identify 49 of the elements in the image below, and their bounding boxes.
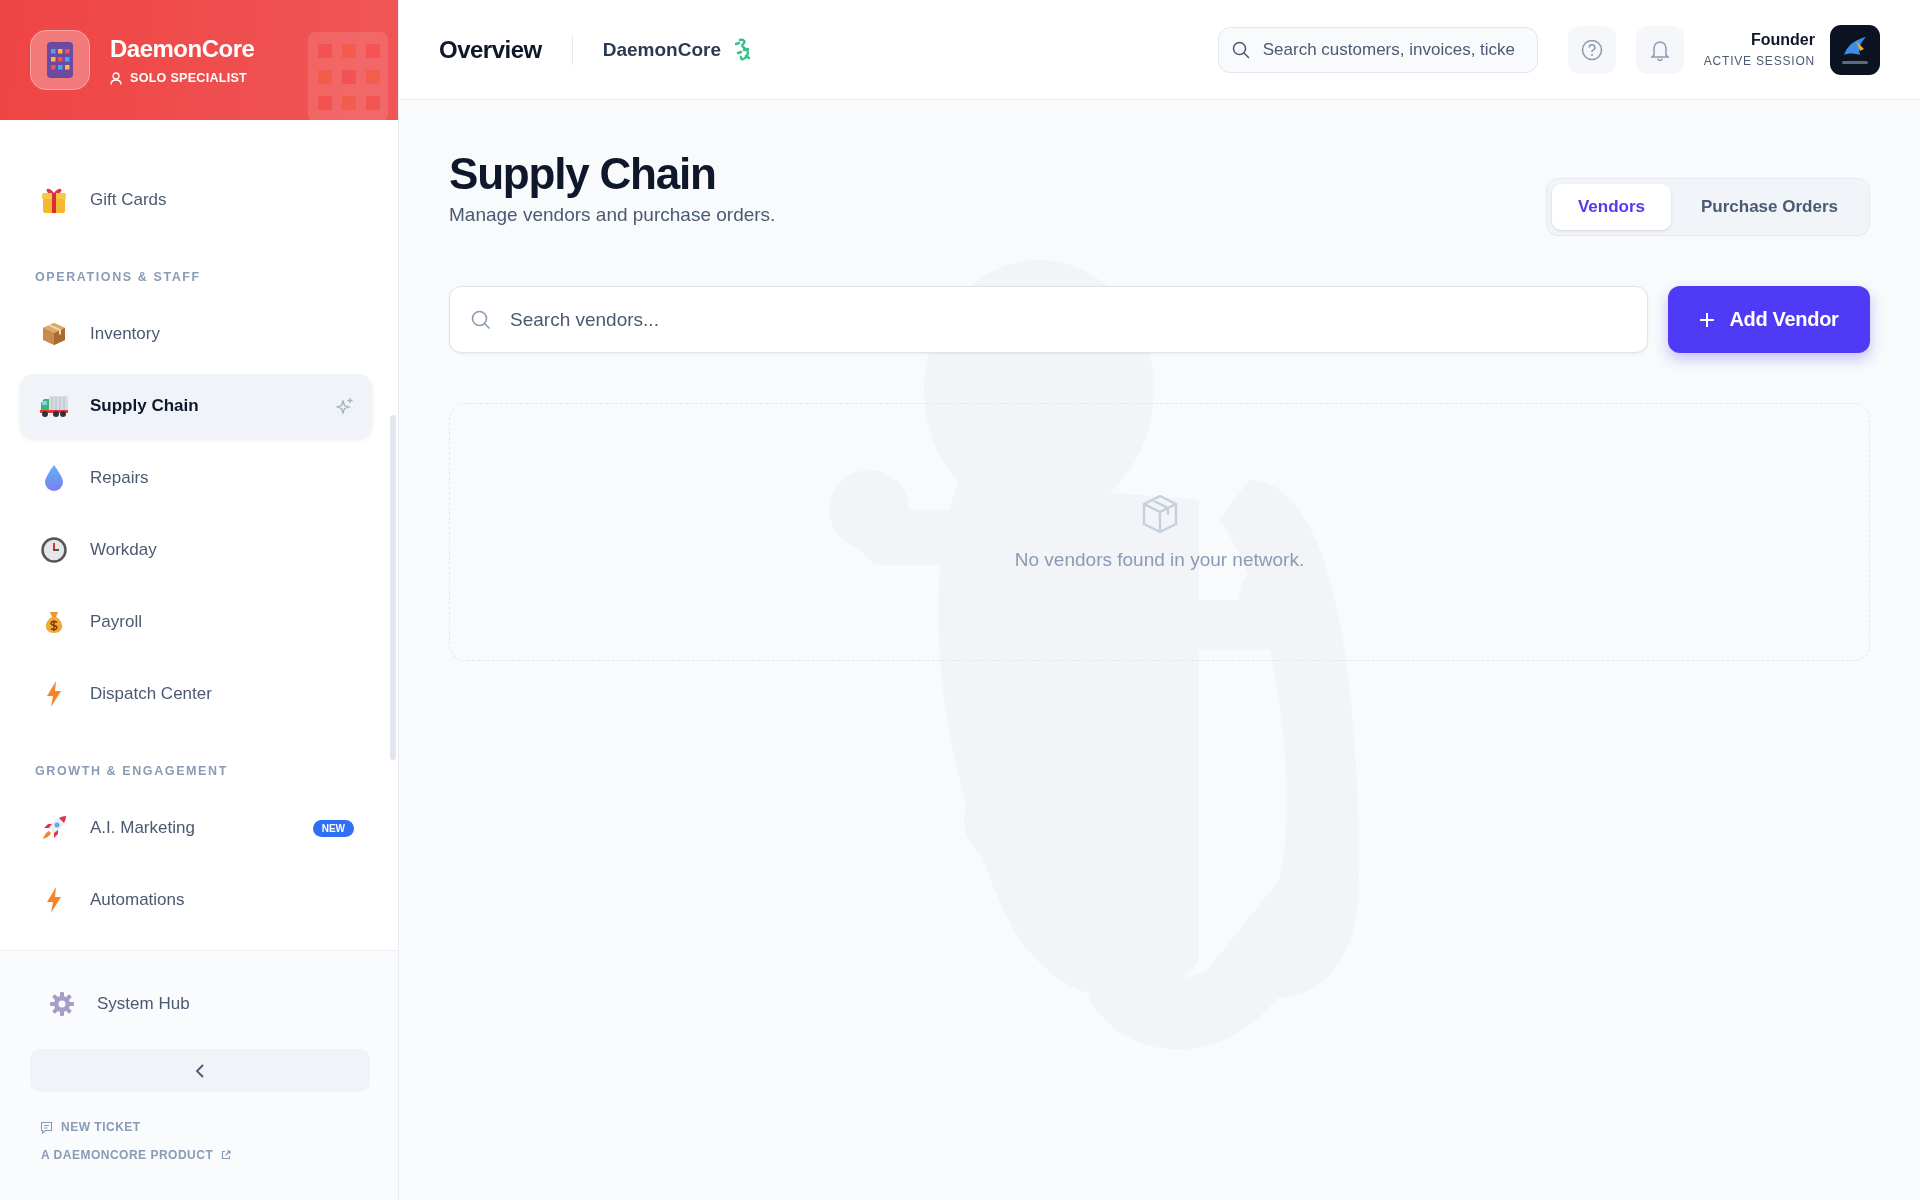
nav-item[interactable]: Supply Chain <box>20 374 372 438</box>
page-subtitle: Manage vendors and purchase orders. <box>449 204 776 227</box>
notifications-button[interactable] <box>1635 25 1684 74</box>
section-heading: GROWTH & ENGAGEMENT <box>34 763 229 780</box>
water-drop-icon <box>43 464 65 492</box>
role-label: SOLO SPECIALIST <box>130 71 247 85</box>
global-search-field[interactable]: Search customers, invoices, ticke <box>1217 26 1538 73</box>
nav-item[interactable]: A.I. Marketing NEW <box>20 796 372 860</box>
user-name: Founder <box>1750 31 1815 49</box>
nav-item[interactable]: Automations <box>20 868 372 932</box>
rocket-icon <box>40 814 68 842</box>
user-icon <box>110 71 122 85</box>
plus-icon <box>1699 311 1716 328</box>
app-logo-icon <box>30 30 90 90</box>
external-link-icon <box>221 1150 232 1160</box>
truck-icon <box>39 393 69 419</box>
nav-item[interactable]: Workday <box>20 518 372 582</box>
clock-icon <box>41 537 67 563</box>
page-title: Supply Chain <box>449 150 717 199</box>
brand-name: DaemonCore <box>110 35 255 63</box>
workspace-name: DaemonCore <box>602 38 721 61</box>
session-status: ACTIVE SESSION <box>1703 54 1815 68</box>
bell-icon <box>1649 38 1670 61</box>
nav-item[interactable]: Repairs <box>20 446 372 510</box>
vendor-search-field[interactable]: Search vendors... <box>449 286 1648 353</box>
sparkle-icon <box>336 397 354 415</box>
nav-item[interactable]: Inventory <box>20 302 372 366</box>
gear-icon <box>49 991 75 1017</box>
empty-message: No vendors found in your network. <box>1014 549 1305 571</box>
scrollbar[interactable] <box>390 415 396 760</box>
lightning-icon <box>45 680 63 708</box>
page-heading: Overview <box>439 34 573 65</box>
new-badge: NEW <box>312 819 354 837</box>
gift-icon <box>41 186 67 214</box>
tab[interactable]: Purchase Orders <box>1675 184 1864 230</box>
avatar-logo-icon[interactable] <box>1830 24 1880 75</box>
nav-item[interactable]: Gift Cards <box>20 168 372 232</box>
tab[interactable]: Vendors <box>1551 184 1671 230</box>
section-heading: OPERATIONS & STAFF <box>34 269 202 286</box>
nav-item[interactable]: Payroll <box>20 590 372 654</box>
system-hub-link[interactable]: System Hub <box>30 981 368 1027</box>
help-button[interactable] <box>1567 25 1616 74</box>
chevron-left-icon <box>195 1062 205 1079</box>
box-icon <box>41 321 67 347</box>
add-vendor-button[interactable]: Add Vendor <box>1668 286 1870 353</box>
message-icon <box>40 1120 53 1134</box>
nav-item[interactable]: Dispatch Center <box>20 662 372 726</box>
lightning-icon <box>45 886 63 914</box>
help-icon <box>1580 38 1603 61</box>
